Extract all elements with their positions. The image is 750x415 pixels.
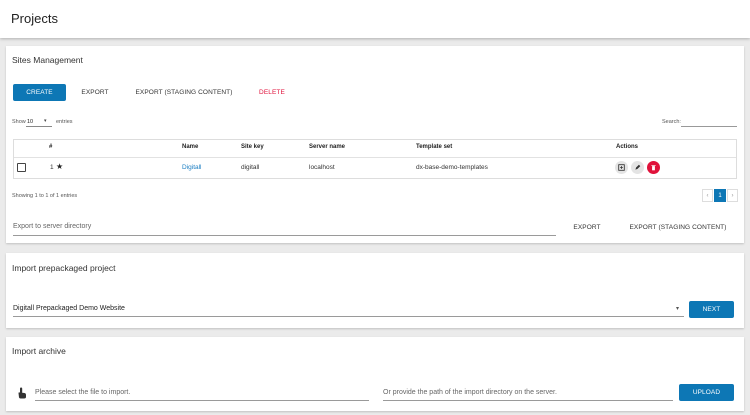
edit-site-icon-button[interactable] <box>631 161 644 174</box>
import-prepackaged-card: Import prepackaged project Digitall Prep… <box>6 253 744 328</box>
import-path-input[interactable] <box>383 400 673 401</box>
column-header-server-name: Server name <box>309 144 346 150</box>
table-row: 1 ★ Digitall digitall localhost dx-base-… <box>14 158 736 179</box>
pagination-page-label: 1 <box>718 192 722 199</box>
export-staging-button[interactable]: EXPORT (STAGING CONTENT) <box>128 84 240 101</box>
entries-label: entries <box>56 119 73 125</box>
upload-button[interactable]: UPLOAD <box>679 384 734 401</box>
export-directory-button[interactable]: EXPORT <box>566 219 608 236</box>
column-header-template-set: Template set <box>416 144 453 150</box>
export-site-icon-button[interactable] <box>615 161 628 174</box>
prepackaged-project-selected: Digitall Prepackaged Demo Website <box>13 305 125 312</box>
import-path-placeholder: Or provide the path of the import direct… <box>383 389 557 396</box>
entries-length-select[interactable]: 10 ▾ <box>26 117 52 127</box>
row-site-name-link[interactable]: Digitall <box>182 164 202 171</box>
row-index: 1 <box>50 164 54 171</box>
pencil-icon <box>635 164 641 170</box>
pagination: ‹ 1 › <box>702 189 738 202</box>
delete-site-icon-button[interactable] <box>647 161 660 174</box>
pagination-page-1[interactable]: 1 <box>714 189 726 202</box>
sites-management-card: Sites Management CREATE EXPORT EXPORT (S… <box>6 46 744 243</box>
entries-length-value: 10 <box>27 119 34 125</box>
row-template-set: dx-base-demo-templates <box>416 164 488 171</box>
pagination-prev[interactable]: ‹ <box>702 189 713 202</box>
file-select-input[interactable] <box>35 400 369 401</box>
column-header-actions: Actions <box>616 144 639 150</box>
column-header-index: # <box>49 144 53 150</box>
chevron-right-icon: › <box>731 192 734 199</box>
export-directory-placeholder: Export to server directory <box>13 223 92 230</box>
delete-button[interactable]: DELETE <box>251 84 293 101</box>
sites-table: # Name Site key Server name Template set… <box>13 139 737 179</box>
sites-management-title: Sites Management <box>12 55 83 65</box>
trash-icon <box>651 165 656 171</box>
table-info: Showing 1 to 1 of 1 entries <box>12 193 78 199</box>
row-server-name: localhost <box>309 164 335 171</box>
column-header-site-key: Site key <box>241 144 264 150</box>
column-header-name: Name <box>182 144 199 150</box>
star-icon: ★ <box>56 162 64 171</box>
show-label: Show <box>12 119 26 125</box>
import-prepackaged-title: Import prepackaged project <box>12 263 116 273</box>
export-button[interactable]: EXPORT <box>74 84 116 101</box>
search-input[interactable] <box>681 116 737 127</box>
file-select-placeholder: Please select the file to import. <box>35 389 131 396</box>
export-directory-staging-button[interactable]: EXPORT (STAGING CONTENT) <box>619 219 737 236</box>
row-site-key: digitall <box>241 164 260 171</box>
import-archive-card: Import archive Please select the file to… <box>6 337 744 411</box>
page-title: Projects <box>11 11 58 26</box>
pointer-hand-icon <box>18 387 26 399</box>
export-icon <box>618 164 625 171</box>
pagination-next[interactable]: › <box>727 189 738 202</box>
chevron-left-icon: ‹ <box>706 192 709 199</box>
row-checkbox[interactable] <box>17 163 26 172</box>
search-label: Search: <box>662 119 681 125</box>
export-directory-input[interactable] <box>13 235 556 236</box>
top-bar: Projects <box>0 0 750 38</box>
chevron-down-icon: ▾ <box>44 118 47 124</box>
import-archive-title: Import archive <box>12 346 66 356</box>
next-button[interactable]: NEXT <box>689 301 734 318</box>
chevron-down-icon: ▾ <box>676 306 680 312</box>
create-button[interactable]: CREATE <box>13 84 66 101</box>
prepackaged-project-select[interactable]: Digitall Prepackaged Demo Website ▾ <box>13 302 684 317</box>
